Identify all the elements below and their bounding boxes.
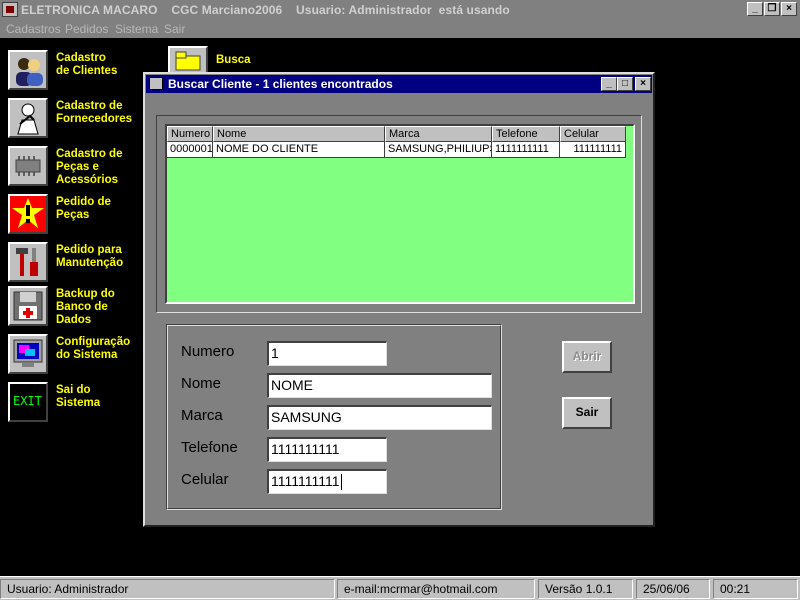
- dialog-close-button[interactable]: ×: [635, 77, 651, 91]
- table-cell[interactable]: 1111111111: [492, 142, 560, 158]
- table-cell[interactable]: SAMSUNG,PHILIUPS: [385, 142, 492, 158]
- dialog-title: Buscar Cliente - 1 clientes encontrados: [168, 77, 393, 91]
- cadastro-fornecedores-item[interactable]: Cadastro de Fornecedores: [8, 98, 138, 142]
- menu-label: Cadastro de Clientes: [56, 52, 118, 77]
- column-header-nome[interactable]: Nome: [213, 126, 385, 142]
- table-cell[interactable]: NOME DO CLIENTE: [213, 142, 385, 158]
- client-form-panel: Numero 1 Nome NOME Marca SAMSUNG Telefon…: [166, 324, 502, 510]
- app-icon[interactable]: [2, 2, 18, 17]
- users-icon[interactable]: [8, 50, 48, 90]
- status-email: e-mail:mcrmar@hotmail.com: [337, 579, 535, 599]
- pedido-manutencao-item[interactable]: Pedido para Manutenção: [8, 242, 138, 286]
- busca-label[interactable]: Busca: [216, 54, 251, 66]
- menu-sair[interactable]: Sair: [164, 22, 185, 36]
- close-button[interactable]: ×: [781, 2, 797, 16]
- menu-sistema[interactable]: Sistema: [115, 22, 158, 36]
- numero-field[interactable]: 1: [267, 341, 387, 366]
- exit-icon[interactable]: EXIT: [8, 382, 48, 422]
- alert-icon[interactable]: [8, 194, 48, 234]
- status-time: 00:21: [713, 579, 798, 599]
- celular-label: Celular: [181, 471, 229, 488]
- window-title: ELETRONICA MACARO CGC Marciano2006 Usuar…: [21, 3, 510, 17]
- monitor-icon[interactable]: [8, 334, 48, 374]
- buscar-cliente-dialog: Buscar Cliente - 1 clientes encontrados …: [143, 72, 655, 527]
- menu-cadastros[interactable]: Cadastros: [6, 22, 61, 36]
- menu-bar: Cadastros Pedidos Sistema Sair: [0, 19, 800, 38]
- nome-label: Nome: [181, 375, 222, 392]
- column-header-celular[interactable]: Celular: [560, 126, 626, 142]
- menu-label: Backup do Banco de Dados: [56, 288, 115, 326]
- column-header-telefone[interactable]: Telefone: [492, 126, 560, 142]
- restore-button[interactable]: ❐: [764, 2, 780, 16]
- celular-field[interactable]: 1111111111: [267, 469, 387, 494]
- menu-label: Sai do Sistema: [56, 384, 101, 409]
- menu-label: Pedido de Peças: [56, 196, 111, 221]
- sair-button[interactable]: Sair: [562, 397, 612, 429]
- table-cell[interactable]: 111111111: [560, 142, 626, 158]
- telefone-field[interactable]: 1111111111: [267, 437, 387, 462]
- dialog-maximize-button[interactable]: □: [617, 77, 633, 91]
- binoculars-icon[interactable]: [149, 77, 163, 90]
- results-frame: Numero Nome Marca Telefone Celular 00000…: [156, 115, 642, 313]
- marca-label: Marca: [181, 407, 223, 424]
- table-cell[interactable]: 0000001: [167, 142, 213, 158]
- dialog-minimize-button[interactable]: _: [601, 77, 617, 91]
- tools-icon[interactable]: [8, 242, 48, 282]
- status-bar: Usuario: Administrador e-mail:mcrmar@hot…: [0, 576, 800, 600]
- title-bar: ELETRONICA MACARO CGC Marciano2006 Usuar…: [0, 0, 800, 19]
- nome-field[interactable]: NOME: [267, 373, 492, 398]
- results-grid[interactable]: Numero Nome Marca Telefone Celular 00000…: [165, 124, 635, 304]
- exit-icon-text: EXIT: [13, 394, 42, 408]
- column-header-numero[interactable]: Numero: [167, 126, 213, 142]
- pedido-pecas-item[interactable]: Pedido de Peças: [8, 194, 138, 238]
- abrir-button[interactable]: Abrir: [562, 341, 612, 373]
- chip-icon[interactable]: [8, 146, 48, 186]
- binoculars-icon[interactable]: [168, 46, 208, 72]
- menu-label: Pedido para Manutenção: [56, 244, 124, 269]
- floppy-disk-icon[interactable]: [8, 286, 48, 326]
- status-user: Usuario: Administrador: [0, 579, 335, 599]
- marca-field[interactable]: SAMSUNG: [267, 405, 492, 430]
- cadastro-clientes-item[interactable]: Cadastro de Clientes: [8, 50, 138, 94]
- status-date: 25/06/06: [636, 579, 710, 599]
- column-header-marca[interactable]: Marca: [385, 126, 492, 142]
- menu-pedidos[interactable]: Pedidos: [65, 22, 108, 36]
- dialog-title-bar: Buscar Cliente - 1 clientes encontrados …: [146, 75, 652, 93]
- numero-label: Numero: [181, 343, 235, 360]
- telefone-label: Telefone: [181, 439, 238, 456]
- cadastro-pecas-item[interactable]: Cadastro de Peças e Acessórios: [8, 146, 138, 190]
- text-caret: [340, 474, 342, 491]
- celular-value: 1111111111: [271, 473, 340, 489]
- sair-sistema-item[interactable]: EXIT Sai do Sistema: [8, 382, 138, 426]
- minimize-button[interactable]: _: [747, 2, 763, 16]
- configuracao-item[interactable]: Configuração do Sistema: [8, 334, 138, 378]
- handshake-icon[interactable]: [8, 98, 48, 138]
- backup-item[interactable]: Backup do Banco de Dados: [8, 286, 138, 330]
- menu-label: Cadastro de Fornecedores: [56, 100, 133, 125]
- status-version: Versão 1.0.1: [538, 579, 633, 599]
- menu-label: Configuração do Sistema: [56, 336, 131, 361]
- menu-label: Cadastro de Peças e Acessórios: [56, 148, 123, 186]
